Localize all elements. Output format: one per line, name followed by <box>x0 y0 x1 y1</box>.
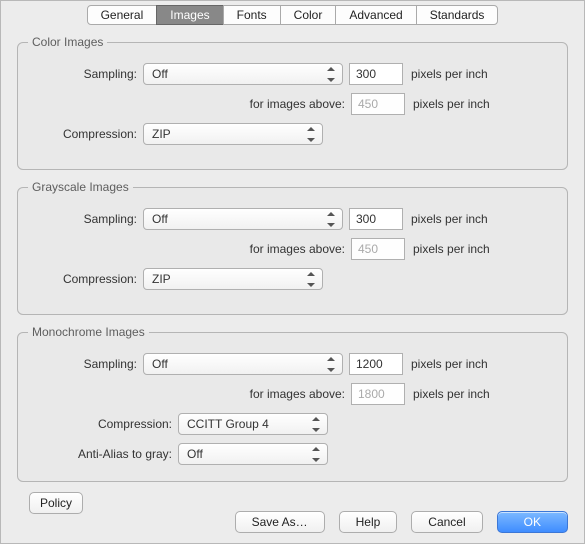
label-anti-alias: Anti-Alias to gray: <box>28 447 178 461</box>
label-compression: Compression: <box>28 127 143 141</box>
tab-color[interactable]: Color <box>280 5 337 25</box>
group-grayscale-images: Grayscale Images Sampling: Off 300 pixel… <box>17 180 568 315</box>
mono-compression-value: CCITT Group 4 <box>187 417 269 431</box>
label-ppi: pixels per inch <box>413 97 490 111</box>
label-ppi: pixels per inch <box>411 357 488 371</box>
label-sampling: Sampling: <box>28 357 143 371</box>
label-ppi: pixels per inch <box>413 242 490 256</box>
label-compression: Compression: <box>28 272 143 286</box>
updown-icon <box>324 357 338 372</box>
policy-button[interactable]: Policy <box>29 492 83 514</box>
color-compression-value: ZIP <box>152 127 171 141</box>
tab-advanced[interactable]: Advanced <box>335 5 416 25</box>
dialog-window: General Images Fonts Color Advanced Stan… <box>0 0 585 544</box>
ok-button[interactable]: OK <box>497 511 568 533</box>
label-sampling: Sampling: <box>28 67 143 81</box>
gray-above-dpi-input[interactable]: 450 <box>351 238 405 260</box>
cancel-button[interactable]: Cancel <box>411 511 482 533</box>
color-dpi-input[interactable]: 300 <box>349 63 403 85</box>
save-as-button[interactable]: Save As… <box>235 511 325 533</box>
tab-general[interactable]: General <box>87 5 158 25</box>
label-for-images-above: for images above: <box>28 387 345 401</box>
updown-icon <box>324 212 338 227</box>
updown-icon <box>304 272 318 287</box>
gray-compression-value: ZIP <box>152 272 171 286</box>
mono-sampling-value: Off <box>152 357 168 371</box>
label-sampling: Sampling: <box>28 212 143 226</box>
gray-sampling-value: Off <box>152 212 168 226</box>
tab-bar: General Images Fonts Color Advanced Stan… <box>1 5 584 25</box>
mono-compression-select[interactable]: CCITT Group 4 <box>178 413 328 435</box>
label-ppi: pixels per inch <box>411 212 488 226</box>
mono-sampling-select[interactable]: Off <box>143 353 343 375</box>
updown-icon <box>309 417 323 432</box>
color-sampling-value: Off <box>152 67 168 81</box>
label-ppi: pixels per inch <box>411 67 488 81</box>
color-sampling-select[interactable]: Off <box>143 63 343 85</box>
color-compression-select[interactable]: ZIP <box>143 123 323 145</box>
color-above-dpi-input[interactable]: 450 <box>351 93 405 115</box>
label-ppi: pixels per inch <box>413 387 490 401</box>
tab-standards[interactable]: Standards <box>416 5 499 25</box>
label-for-images-above: for images above: <box>28 97 345 111</box>
group-color-images: Color Images Sampling: Off 300 pixels pe… <box>17 35 568 170</box>
dialog-button-bar: Save As… Help Cancel OK <box>235 511 568 533</box>
group-monochrome-images: Monochrome Images Sampling: Off 1200 pix… <box>17 325 568 482</box>
updown-icon <box>309 447 323 462</box>
group-color-images-legend: Color Images <box>28 35 107 49</box>
label-compression: Compression: <box>28 417 178 431</box>
tab-content: Color Images Sampling: Off 300 pixels pe… <box>1 25 584 528</box>
updown-icon <box>324 67 338 82</box>
mono-antialias-select[interactable]: Off <box>178 443 328 465</box>
tab-images[interactable]: Images <box>156 5 223 25</box>
mono-dpi-input[interactable]: 1200 <box>349 353 403 375</box>
updown-icon <box>304 127 318 142</box>
gray-compression-select[interactable]: ZIP <box>143 268 323 290</box>
help-button[interactable]: Help <box>339 511 398 533</box>
label-for-images-above: for images above: <box>28 242 345 256</box>
mono-above-dpi-input[interactable]: 1800 <box>351 383 405 405</box>
gray-dpi-input[interactable]: 300 <box>349 208 403 230</box>
group-monochrome-images-legend: Monochrome Images <box>28 325 149 339</box>
tab-fonts[interactable]: Fonts <box>223 5 281 25</box>
mono-antialias-value: Off <box>187 447 203 461</box>
group-grayscale-images-legend: Grayscale Images <box>28 180 133 194</box>
gray-sampling-select[interactable]: Off <box>143 208 343 230</box>
